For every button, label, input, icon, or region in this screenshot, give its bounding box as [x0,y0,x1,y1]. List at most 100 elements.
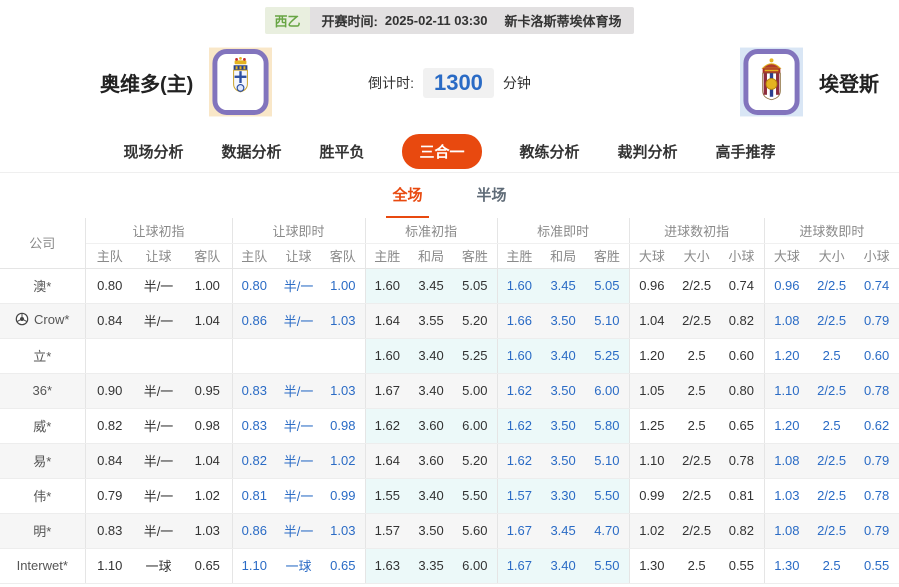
odds-cell: 2/2.5 [809,268,854,303]
table-row: 威*0.82半/一0.980.83半/一0.981.623.606.001.62… [0,408,899,443]
odds-cell: 6.00 [453,548,497,583]
odds-cell: 0.84 [85,443,134,478]
odds-cell: 1.62 [365,408,409,443]
odds-cell: 3.45 [541,268,585,303]
odds-cell: 1.00 [183,268,232,303]
odds-cell: 3.60 [409,408,453,443]
odds-cell: 3.35 [409,548,453,583]
odds-cell: 1.60 [365,338,409,373]
odds-cell: 5.50 [585,548,629,583]
sub-column-header: 主胜 [365,243,409,268]
nav-tab[interactable]: 胜平负 [319,141,364,162]
odds-cell: 0.86 [232,303,276,338]
sub-column-header: 小球 [719,243,764,268]
league-badge: 西乙 [265,7,309,34]
odds-cell: 0.82 [85,408,134,443]
odds-cell: 2/2.5 [674,443,719,478]
odds-cell: 一球 [134,548,183,583]
sub-column-header: 大球 [764,243,809,268]
match-header: 奥维多(主) 倒计时: 1300 分钟 [0,40,899,130]
odds-cell: 2/2.5 [809,373,854,408]
odds-cell: 3.45 [541,513,585,548]
company-cell: Crow* [0,303,85,338]
sub-column-header: 大球 [629,243,674,268]
table-row: 易*0.84半/一1.040.82半/一1.021.643.605.201.62… [0,443,899,478]
odds-cell: 2.5 [674,548,719,583]
odds-cell: 0.83 [232,373,276,408]
odds-cell: 0.65 [321,548,365,583]
odds-cell: 半/一 [276,478,321,513]
nav-tab[interactable]: 三合一 [402,134,481,169]
company-name: 伟* [33,486,51,505]
table-row: 明*0.83半/一1.030.86半/一1.031.573.505.601.67… [0,513,899,548]
odds-cell: 半/一 [276,303,321,338]
odds-cell: 0.82 [232,443,276,478]
odds-cell: 3.40 [409,338,453,373]
sub-column-header: 主胜 [497,243,541,268]
nav-tab[interactable]: 裁判分析 [618,141,678,162]
odds-cell: 1.02 [321,443,365,478]
company-name: Interwet* [17,558,68,573]
nav-tab[interactable]: 教练分析 [520,141,580,162]
odds-cell: 1.08 [764,443,809,478]
odds-cell: 5.25 [585,338,629,373]
kickoff-info: 开赛时间: 2025-02-11 03:30 新卡洛斯蒂埃体育场 [310,7,634,34]
away-team-badge [740,47,803,117]
odds-cell: 2/2.5 [809,478,854,513]
company-name: 威* [33,416,51,435]
nav-tab[interactable]: 现场分析 [123,141,183,162]
odds-cell: 1.67 [497,548,541,583]
odds-cell: 半/一 [276,373,321,408]
odds-cell: 5.80 [585,408,629,443]
company-name: 易* [33,451,51,470]
period-tab[interactable]: 半场 [471,184,513,218]
odds-cell: 0.78 [854,373,899,408]
odds-cell: 0.98 [321,408,365,443]
table-row: 36*0.90半/一0.950.83半/一1.031.673.405.001.6… [0,373,899,408]
match-info-pill: 西乙 开赛时间: 2025-02-11 03:30 新卡洛斯蒂埃体育场 [265,7,633,34]
odds-cell: 1.04 [183,303,232,338]
odds-cell: 0.80 [719,373,764,408]
table-row: Interwet*1.10一球0.651.10一球0.651.633.356.0… [0,548,899,583]
odds-cell: 2.5 [809,548,854,583]
sub-column-header: 和局 [541,243,585,268]
odds-cell: 3.45 [409,268,453,303]
period-tab[interactable]: 全场 [386,184,428,218]
sub-column-header: 客胜 [585,243,629,268]
odds-cell: 2/2.5 [674,478,719,513]
odds-cell: 2.5 [809,408,854,443]
away-team: 埃登斯 [740,47,879,117]
analysis-nav: 现场分析 数据分析 胜平负 三合一 教练分析 裁判分析 高手推荐 [0,130,899,172]
odds-cell: 1.62 [497,443,541,478]
nav-tab[interactable]: 数据分析 [221,141,281,162]
odds-cell [183,338,232,373]
company-label-wrap: 明* [33,521,51,540]
odds-cell: 0.55 [854,548,899,583]
odds-cell: 2/2.5 [674,303,719,338]
odds-cell: 0.99 [629,478,674,513]
odds-cell: 5.25 [453,338,497,373]
odds-cell: 1.03 [183,513,232,548]
odds-cell: 2/2.5 [674,513,719,548]
company-label-wrap: 伟* [33,486,51,505]
odds-cell: 1.57 [497,478,541,513]
odds-cell: 1.60 [365,268,409,303]
nav-tab[interactable]: 高手推荐 [716,141,776,162]
venue: 新卡洛斯蒂埃体育场 [505,11,622,30]
odds-cell: 半/一 [134,443,183,478]
odds-cell: 3.40 [541,338,585,373]
company-label-wrap: 澳* [33,276,51,295]
odds-cell: 半/一 [276,513,321,548]
odds-cell: 1.10 [764,373,809,408]
odds-cell: 半/一 [134,513,183,548]
odds-cell: 一球 [276,548,321,583]
odds-cell: 3.50 [541,373,585,408]
company-cell: Interwet* [0,548,85,583]
odds-cell: 2/2.5 [809,513,854,548]
odds-cell: 0.78 [719,443,764,478]
sub-column-header: 大小 [674,243,719,268]
odds-cell: 3.50 [541,408,585,443]
odds-cell: 1.30 [629,548,674,583]
odds-cell: 1.05 [629,373,674,408]
odds-cell: 2/2.5 [674,268,719,303]
